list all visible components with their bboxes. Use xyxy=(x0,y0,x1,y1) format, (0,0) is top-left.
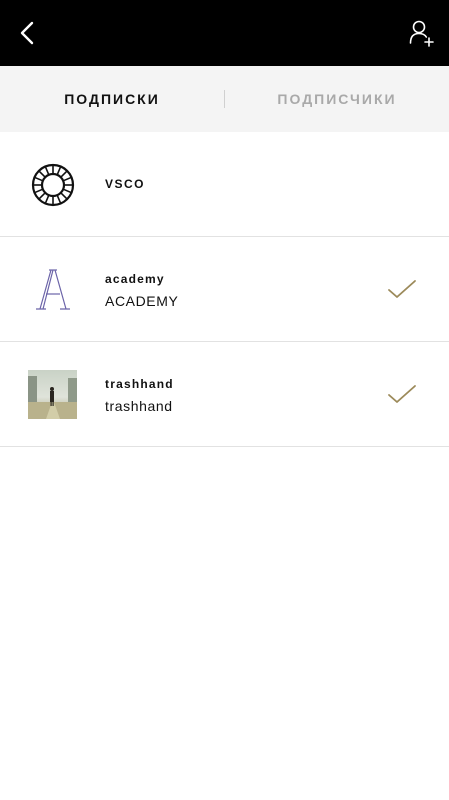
academy-logo-icon xyxy=(28,265,77,314)
chevron-left-icon xyxy=(20,21,34,45)
list-item[interactable]: VSCO xyxy=(0,132,449,237)
checkmark-icon xyxy=(388,385,416,403)
account-name: VSCO xyxy=(105,177,146,191)
following-list: VSCO academy ACADEMY trashhand trashhand xyxy=(0,132,449,447)
photo-thumbnail xyxy=(28,370,77,419)
tab-following[interactable]: ПОДПИСКИ xyxy=(0,66,224,132)
top-bar xyxy=(0,0,449,66)
following-check-button[interactable] xyxy=(387,277,417,301)
tab-bar: ПОДПИСКИ ПОДПИСЧИКИ xyxy=(0,66,449,132)
list-item[interactable]: academy ACADEMY xyxy=(0,237,449,342)
tab-followers[interactable]: ПОДПИСЧИКИ xyxy=(225,66,449,132)
account-handle: academy xyxy=(105,272,165,286)
back-button[interactable] xyxy=(14,18,40,48)
following-check-button[interactable] xyxy=(387,382,417,406)
account-handle: trashhand xyxy=(105,377,174,391)
add-user-button[interactable] xyxy=(407,18,437,48)
list-item[interactable]: trashhand trashhand xyxy=(0,342,449,447)
vsco-logo-icon xyxy=(28,160,77,209)
account-display-name: ACADEMY xyxy=(105,293,179,309)
add-user-icon xyxy=(409,20,434,47)
account-display-name: trashhand xyxy=(105,398,173,414)
checkmark-icon xyxy=(388,280,416,298)
